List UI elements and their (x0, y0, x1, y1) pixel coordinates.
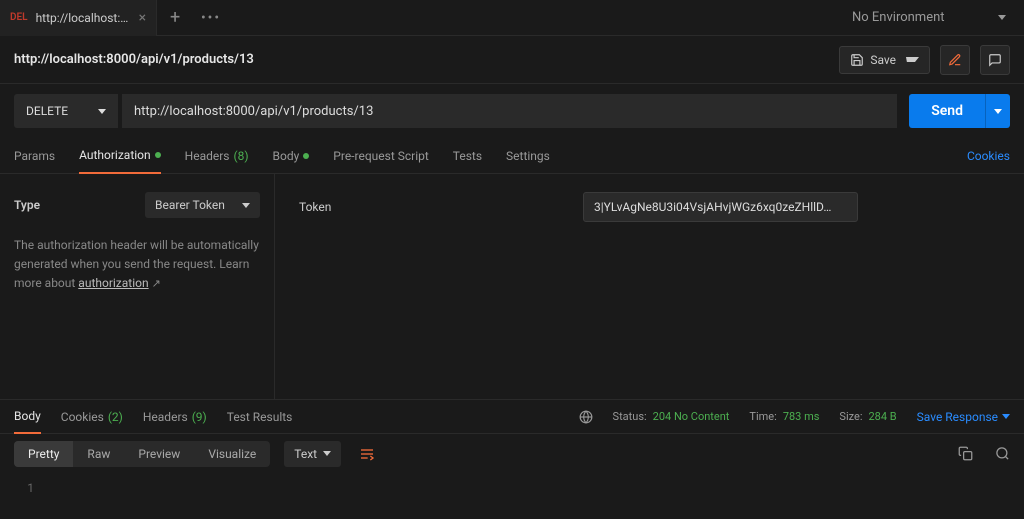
tab-tests[interactable]: Tests (453, 138, 482, 174)
tab-headers-label: Headers (185, 149, 230, 163)
save-button[interactable]: Save (839, 46, 930, 74)
chevron-down-icon (98, 109, 106, 114)
time-value: 783 ms (783, 410, 820, 423)
chevron-down-icon[interactable] (906, 57, 919, 62)
status-value: 204 No Content (653, 410, 730, 423)
tab-title: http://localhost:8000/ (36, 11, 131, 25)
resp-tab-cookies[interactable]: Cookies (2) (61, 400, 123, 434)
auth-type-value: Bearer Token (155, 198, 225, 212)
size-value: 284 B (869, 410, 897, 423)
response-body: 1 (0, 473, 1024, 503)
response-time: Time: 783 ms (749, 410, 819, 423)
view-pretty[interactable]: Pretty (14, 441, 73, 467)
url-input[interactable] (122, 94, 897, 128)
environment-select[interactable]: No Environment (834, 0, 1024, 36)
view-preview[interactable]: Preview (124, 441, 194, 467)
resp-cookies-count: (2) (108, 410, 123, 424)
chevron-down-icon (1002, 414, 1010, 419)
resp-tab-test-results[interactable]: Test Results (227, 400, 293, 434)
send-label: Send (909, 94, 985, 128)
send-dropdown[interactable] (985, 94, 1010, 128)
line-number: 1 (14, 481, 34, 495)
wrap-lines-icon[interactable] (353, 440, 381, 468)
token-label: Token (299, 200, 559, 214)
request-title: http://localhost:8000/api/v1/products/13 (14, 52, 829, 67)
resp-cookies-label: Cookies (61, 410, 104, 424)
new-tab-button[interactable]: + (157, 7, 193, 28)
headers-count: (8) (234, 149, 249, 163)
search-icon[interactable] (995, 446, 1010, 461)
edit-icon[interactable] (940, 45, 970, 75)
save-label: Save (870, 53, 896, 67)
tab-authorization[interactable]: Authorization (79, 138, 161, 174)
response-status: Status: 204 No Content (613, 410, 730, 423)
resp-headers-label: Headers (143, 410, 188, 424)
send-button[interactable]: Send (909, 94, 1010, 128)
tab-headers[interactable]: Headers (8) (185, 138, 249, 174)
copy-icon[interactable] (958, 446, 973, 461)
chevron-down-icon (994, 109, 1002, 114)
auth-description: The authorization header will be automat… (14, 236, 260, 294)
view-mode-tabs: Pretty Raw Preview Visualize (14, 441, 270, 467)
resp-tab-headers[interactable]: Headers (9) (143, 400, 207, 434)
tab-method-badge: DEL (10, 12, 28, 23)
tab-body[interactable]: Body (273, 138, 310, 174)
resp-tab-body[interactable]: Body (14, 400, 41, 434)
tab-prerequest[interactable]: Pre-request Script (333, 138, 428, 174)
tab-authorization-label: Authorization (79, 148, 151, 162)
close-icon[interactable]: × (139, 10, 146, 26)
tab-body-label: Body (273, 149, 300, 163)
globe-icon[interactable] (579, 410, 593, 424)
environment-label: No Environment (852, 10, 945, 25)
tab-params[interactable]: Params (14, 138, 55, 174)
save-response-button[interactable]: Save Response (917, 410, 1010, 424)
external-link-icon: ↗ (152, 277, 161, 290)
comment-icon[interactable] (980, 45, 1010, 75)
token-input[interactable]: 3|YLvAgNe8U3i04VsjAHvjWGz6xq0zeZHllD… (583, 192, 858, 222)
format-select[interactable]: Text (284, 441, 341, 467)
auth-type-label: Type (14, 198, 40, 212)
resp-headers-count: (9) (192, 410, 207, 424)
http-method-value: DELETE (26, 104, 68, 118)
authorization-doc-link[interactable]: authorization (78, 276, 148, 290)
cookies-link[interactable]: Cookies (967, 149, 1010, 163)
response-size: Size: 284 B (839, 410, 896, 423)
request-tab[interactable]: DEL http://localhost:8000/ × (0, 0, 157, 36)
auth-type-select[interactable]: Bearer Token (145, 192, 260, 218)
save-icon (850, 53, 864, 67)
chevron-down-icon (998, 15, 1006, 20)
chevron-down-icon (323, 451, 331, 456)
chevron-down-icon (242, 203, 250, 208)
tab-more-icon[interactable]: ••• (193, 10, 229, 26)
status-dot-icon (155, 152, 161, 158)
view-visualize[interactable]: Visualize (194, 441, 270, 467)
tab-settings[interactable]: Settings (506, 138, 550, 174)
http-method-select[interactable]: DELETE (14, 94, 118, 128)
status-dot-icon (303, 153, 309, 159)
view-raw[interactable]: Raw (73, 441, 124, 467)
format-value: Text (294, 447, 317, 461)
